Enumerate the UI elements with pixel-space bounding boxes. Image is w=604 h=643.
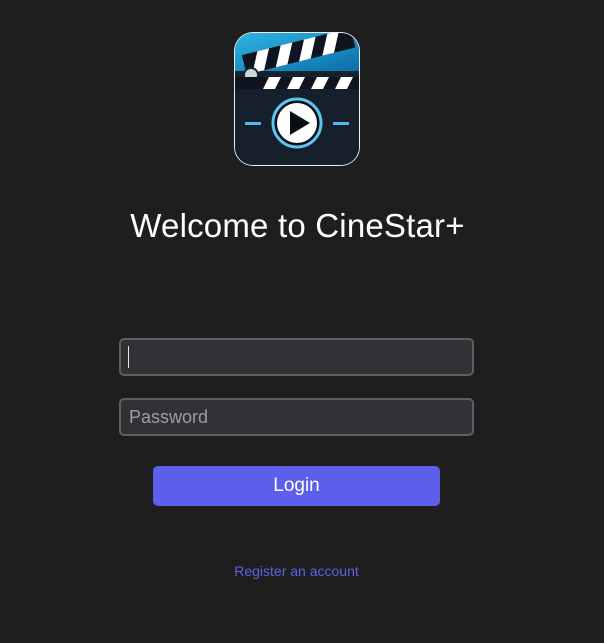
login-screen: Welcome to CineStar+ Login Register an a… bbox=[0, 0, 604, 643]
login-button[interactable]: Login bbox=[153, 466, 440, 506]
username-input[interactable] bbox=[119, 338, 474, 376]
text-caret bbox=[128, 346, 129, 368]
welcome-title: Welcome to CineStar+ bbox=[130, 207, 465, 244]
clapperboard-play-icon bbox=[233, 31, 361, 167]
register-account-link[interactable]: Register an account bbox=[0, 563, 593, 579]
password-input[interactable] bbox=[119, 398, 474, 436]
